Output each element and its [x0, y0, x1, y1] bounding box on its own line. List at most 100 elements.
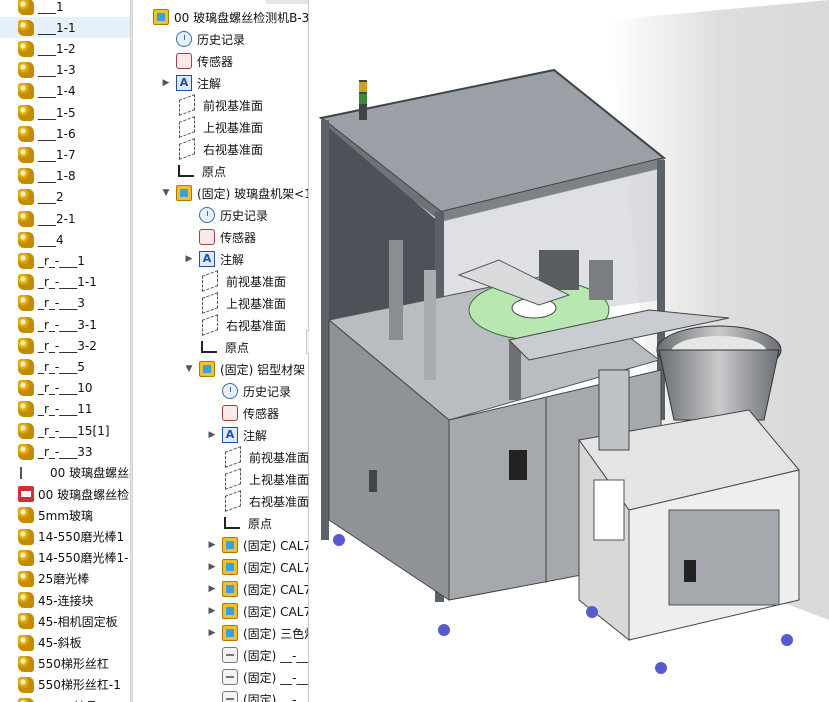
- tree-node[interactable]: 上视基准面: [160, 116, 263, 138]
- file-list-item[interactable]: 45-相机固定板: [0, 611, 130, 632]
- assembly-icon: [222, 603, 238, 619]
- file-list-item[interactable]: ___1-7: [0, 144, 130, 165]
- file-list-item[interactable]: 698zz轴承: [0, 696, 130, 702]
- tree-node[interactable]: 传感器: [160, 50, 233, 72]
- file-list-item[interactable]: _r_-___15[1]: [0, 420, 130, 441]
- tree-node[interactable]: 历史记录: [183, 204, 268, 226]
- tree-node[interactable]: ▼ (固定) 玻璃盘机架<1: [160, 182, 308, 204]
- tree-node-label: 注解: [197, 76, 222, 91]
- file-list-item[interactable]: ___1-4: [0, 81, 130, 102]
- file-list-item[interactable]: 5mm玻璃: [0, 505, 130, 526]
- tree-node[interactable]: 上视基准面: [183, 292, 286, 314]
- tree-node[interactable]: (固定) __-__: [206, 688, 308, 702]
- expand-arrow-icon[interactable]: ▶: [206, 539, 218, 551]
- plane-icon: [179, 138, 195, 160]
- tree-node[interactable]: 历史记录: [206, 380, 291, 402]
- file-list-item[interactable]: 00 玻璃盘螺丝检测: [0, 484, 130, 505]
- file-list-item[interactable]: ___1-8: [0, 166, 130, 187]
- tree-node[interactable]: 右视基准面: [160, 138, 263, 160]
- expand-arrow-icon[interactable]: ▶: [206, 627, 218, 639]
- tree-node[interactable]: 上视基准面: [206, 468, 308, 490]
- tree-node[interactable]: ▶ (固定) CAL7: [206, 534, 308, 556]
- file-list-item[interactable]: 45-斜板: [0, 632, 130, 653]
- file-list-item[interactable]: _r_-___3-1: [0, 314, 130, 335]
- tree-node[interactable]: ▶ A 注解: [160, 72, 221, 94]
- part-icon: [18, 380, 34, 397]
- tree-node[interactable]: ▼ (固定) 铝型材架: [183, 358, 305, 380]
- tree-node[interactable]: 原点: [206, 512, 272, 534]
- tree-node[interactable]: (固定) __-__: [206, 666, 308, 688]
- expand-arrow-icon[interactable]: ▶: [206, 429, 218, 441]
- plane-icon: [179, 94, 195, 116]
- feature-tree-pane: 00 玻璃盘螺丝检测机B-3 历史记录 传感器 ▶ A 注解 前视基准面 上视基准面 右视基准面…: [133, 0, 309, 702]
- tree-node[interactable]: ▶ (固定) CAL7: [206, 556, 308, 578]
- file-list-item[interactable]: 550梯形丝杠: [0, 653, 130, 674]
- tree-node[interactable]: 前视基准面: [206, 446, 308, 468]
- tree-node[interactable]: ▶ A 注解: [206, 424, 267, 446]
- plane-icon: [202, 270, 218, 292]
- sensor-icon: [176, 53, 192, 69]
- file-list-item[interactable]: ___4: [0, 229, 130, 250]
- file-list-item[interactable]: ___2-1: [0, 208, 130, 229]
- file-list-item[interactable]: _r_-___3-2: [0, 335, 130, 356]
- tree-node[interactable]: (固定) __-__: [206, 644, 308, 666]
- tree-node[interactable]: 原点: [160, 160, 226, 182]
- tree-node[interactable]: 右视基准面: [206, 490, 308, 512]
- tree-node-label: 原点: [202, 164, 227, 179]
- tree-node[interactable]: ▶ A 注解: [183, 248, 244, 270]
- expand-arrow-icon[interactable]: ▶: [183, 253, 195, 265]
- file-list-item-label: 550梯形丝杠-1: [38, 678, 121, 693]
- file-list-item[interactable]: _r_-___1-1: [0, 272, 130, 293]
- tree-node[interactable]: 传感器: [183, 226, 256, 248]
- file-list-item-label: 00 玻璃盘螺丝检测: [50, 466, 130, 481]
- file-list-item[interactable]: _r_-___1: [0, 250, 130, 271]
- plane-icon: [202, 314, 218, 336]
- collapse-arrow-icon[interactable]: ▼: [183, 363, 195, 375]
- file-list-item[interactable]: _r_-___11: [0, 399, 130, 420]
- file-list-item[interactable]: _r_-___10: [0, 378, 130, 399]
- expand-arrow-icon[interactable]: ▶: [206, 583, 218, 595]
- file-list-item[interactable]: 14-550磨光棒1: [0, 526, 130, 547]
- tree-node[interactable]: ▶ (固定) CAL7: [206, 600, 308, 622]
- model-viewport[interactable]: [309, 0, 829, 702]
- caster-wheel: [781, 634, 793, 646]
- part-icon: [18, 274, 34, 291]
- tree-node[interactable]: ▶ (固定) CAL7: [206, 578, 308, 600]
- tree-node[interactable]: 00 玻璃盘螺丝检测机B-3: [137, 6, 308, 28]
- file-list-item[interactable]: ___1-6: [0, 123, 130, 144]
- tree-node[interactable]: 右视基准面: [183, 314, 286, 336]
- expand-arrow-icon[interactable]: ▶: [160, 77, 172, 89]
- file-list-item[interactable]: 25磨光棒: [0, 568, 130, 589]
- file-list-item[interactable]: ___2: [0, 187, 130, 208]
- file-list-item[interactable]: ___1: [0, 0, 130, 17]
- camera-column-center: [424, 270, 436, 380]
- annotation-icon: A: [222, 427, 238, 443]
- file-list-item[interactable]: ___1-1: [0, 17, 130, 39]
- file-list-item[interactable]: _r_-___33: [0, 441, 130, 462]
- file-list-item[interactable]: _r_-___5: [0, 356, 130, 377]
- tree-node[interactable]: 传感器: [206, 402, 279, 424]
- tree-node[interactable]: 原点: [183, 336, 249, 358]
- expand-arrow-icon[interactable]: ▶: [206, 561, 218, 573]
- file-list-item[interactable]: 00 玻璃盘螺丝检测: [0, 462, 130, 483]
- tree-node[interactable]: 历史记录: [160, 28, 245, 50]
- file-list-item-label: 14-550磨光棒1-1: [38, 551, 130, 566]
- file-list-item[interactable]: 45-连接块: [0, 590, 130, 611]
- tree-node[interactable]: 前视基准面: [160, 94, 263, 116]
- file-list-item[interactable]: ___1-5: [0, 102, 130, 123]
- part-icon: [18, 570, 34, 587]
- file-list-item[interactable]: 14-550磨光棒1-1: [0, 547, 130, 568]
- tree-node[interactable]: 前视基准面: [183, 270, 286, 292]
- collapse-arrow-icon[interactable]: ▼: [160, 187, 172, 199]
- tree-node[interactable]: ▶ (固定) 三色灯: [206, 622, 308, 644]
- expand-arrow-icon[interactable]: ▶: [206, 605, 218, 617]
- file-list-item[interactable]: _r_-___3: [0, 293, 130, 314]
- part-icon: [18, 316, 34, 333]
- file-list-item[interactable]: ___1-3: [0, 60, 130, 81]
- file-list-item[interactable]: 550梯形丝杠-1: [0, 674, 130, 695]
- file-list-item[interactable]: ___1-2: [0, 38, 130, 59]
